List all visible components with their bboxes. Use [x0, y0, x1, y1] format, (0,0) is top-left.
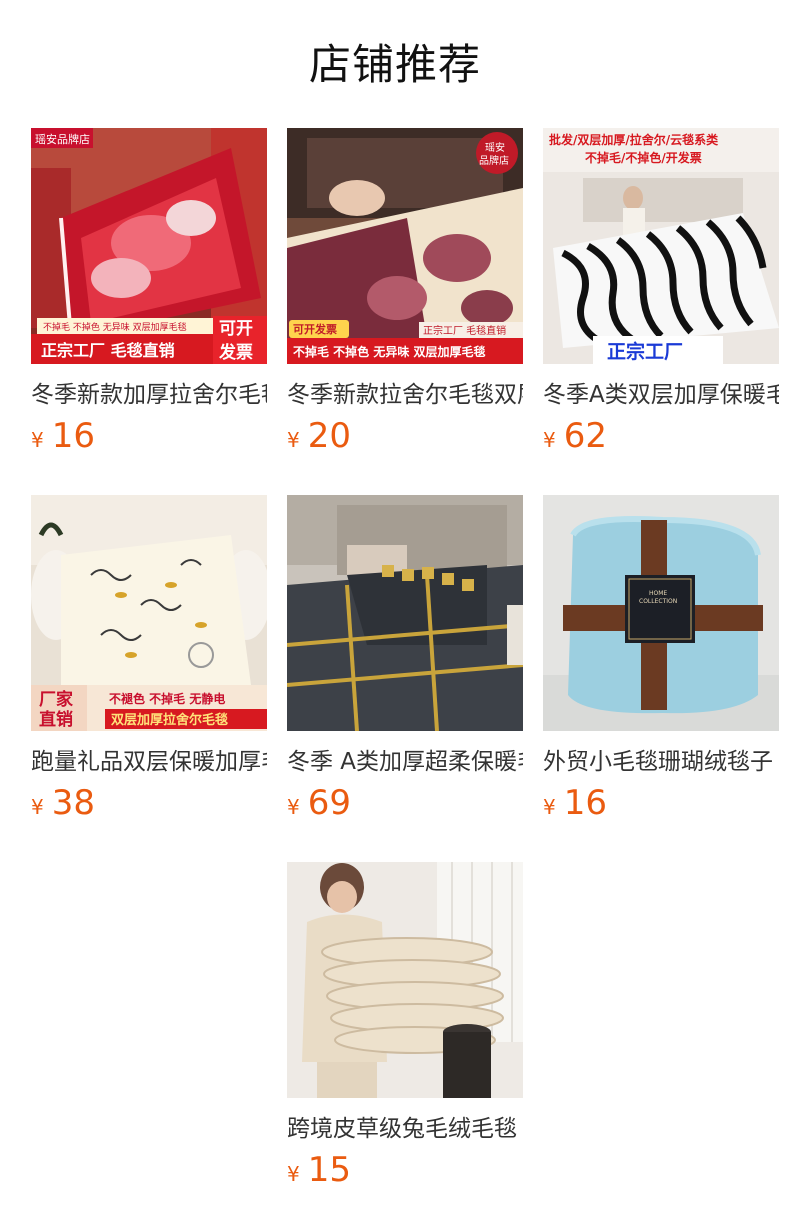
product-price: ¥69	[287, 783, 523, 823]
product-name[interactable]: 冬季A类双层加厚保暖毛毯	[543, 378, 779, 412]
product-price: ¥16	[543, 783, 779, 823]
banner-line1: 不掉毛 不掉色 无异味 双层加厚毛毯	[43, 321, 187, 333]
product-price: ¥15	[287, 1150, 523, 1190]
product-card[interactable]: 瑶安 品牌店 可开发票 正宗工厂 毛毯直销 不掉毛 不掉色 无异味 双层加厚毛毯…	[287, 128, 523, 456]
currency-symbol: ¥	[31, 428, 44, 452]
product-image[interactable]: HOME COLLECTION	[543, 495, 779, 731]
banner-side-a: 可开	[219, 319, 253, 339]
product-price: ¥38	[31, 783, 267, 823]
price-value: 38	[51, 783, 95, 823]
price-value: 15	[307, 1150, 351, 1190]
price-value: 16	[51, 416, 95, 456]
price-value: 20	[307, 416, 351, 456]
banner-side-b: 发票	[218, 342, 253, 363]
product-price: ¥62	[543, 416, 779, 456]
currency-symbol: ¥	[543, 428, 556, 452]
banner-bottom: 正宗工厂	[607, 340, 683, 363]
product-name[interactable]: 冬季新款拉舍尔毛毯双层加厚	[287, 378, 523, 412]
product-name[interactable]: 冬季新款加厚拉舍尔毛毯	[31, 378, 267, 412]
store-badge-b: 品牌店	[479, 154, 509, 167]
product-card[interactable]: HOME COLLECTION 外贸小毛毯珊瑚绒毯子 ¥16	[543, 495, 779, 823]
tag-right: 正宗工厂 毛毯直销	[423, 324, 506, 337]
product-image[interactable]: 厂家 直销 不褪色 不掉毛 无静电 双层加厚拉舍尔毛毯	[31, 495, 267, 731]
product-name[interactable]: 外贸小毛毯珊瑚绒毯子	[543, 745, 779, 779]
product-name[interactable]: 跨境皮草级兔毛绒毛毯	[287, 1112, 523, 1146]
product-card[interactable]: 厂家 直销 不褪色 不掉毛 无静电 双层加厚拉舍尔毛毯 跑量礼品双层保暖加厚毛毯…	[31, 495, 267, 823]
banner-line2: 双层加厚拉舍尔毛毯	[111, 712, 228, 728]
product-image[interactable]: 瑶安品牌店 不掉毛 不掉色 无异味 双层加厚毛毯 正宗工厂 毛毯直销 可开 发票	[31, 128, 267, 364]
product-image[interactable]: 瑶安 品牌店 可开发票 正宗工厂 毛毯直销 不掉毛 不掉色 无异味 双层加厚毛毯	[287, 128, 523, 364]
product-image[interactable]	[287, 862, 523, 1098]
product-name[interactable]: 跑量礼品双层保暖加厚毛毯	[31, 745, 267, 779]
currency-symbol: ¥	[287, 1162, 300, 1186]
banner-left-a: 厂家	[39, 689, 73, 710]
label-line2: COLLECTION	[639, 598, 677, 605]
product-card[interactable]: 批发/双层加厚/拉舍尔/云毯系类 不掉毛/不掉色/开发票 正宗工厂 冬季A类双层…	[543, 128, 779, 456]
currency-symbol: ¥	[31, 795, 44, 819]
banner-top1: 批发/双层加厚/拉舍尔/云毯系类	[549, 132, 719, 147]
product-card[interactable]: 跨境皮草级兔毛绒毛毯 ¥15	[287, 862, 523, 1190]
currency-symbol: ¥	[287, 428, 300, 452]
product-card[interactable]: 冬季 A类加厚超柔保暖毛毯 ¥69	[287, 495, 523, 823]
label-line1: HOME	[649, 590, 667, 597]
currency-symbol: ¥	[543, 795, 556, 819]
product-image[interactable]: 批发/双层加厚/拉舍尔/云毯系类 不掉毛/不掉色/开发票 正宗工厂	[543, 128, 779, 364]
product-price: ¥20	[287, 416, 523, 456]
store-recommendations-page: 店铺推荐 瑶安品牌店 不掉毛 不掉色 无异味 双层加厚毛毯 正宗工厂 毛毯直销	[0, 0, 790, 1230]
banner-line2: 正宗工厂 毛毯直销	[41, 341, 175, 360]
price-value: 16	[563, 783, 607, 823]
product-image[interactable]	[287, 495, 523, 731]
product-name[interactable]: 冬季 A类加厚超柔保暖毛毯	[287, 745, 523, 779]
currency-symbol: ¥	[287, 795, 300, 819]
page-title: 店铺推荐	[308, 40, 481, 89]
banner-line1: 不褪色 不掉毛 无静电	[109, 691, 225, 706]
price-value: 62	[563, 416, 607, 456]
store-badge-text: 瑶安品牌店	[35, 132, 90, 146]
banner-top2: 不掉毛/不掉色/开发票	[585, 150, 702, 165]
banner-left-b: 直销	[39, 709, 73, 730]
product-card[interactable]: 瑶安品牌店 不掉毛 不掉色 无异味 双层加厚毛毯 正宗工厂 毛毯直销 可开 发票…	[31, 128, 267, 456]
price-value: 69	[307, 783, 351, 823]
banner-line1: 不掉毛 不掉色 无异味 双层加厚毛毯	[293, 344, 486, 359]
store-badge-a: 瑶安	[485, 141, 505, 154]
tag-left: 可开发票	[293, 322, 337, 336]
product-price: ¥16	[31, 416, 267, 456]
